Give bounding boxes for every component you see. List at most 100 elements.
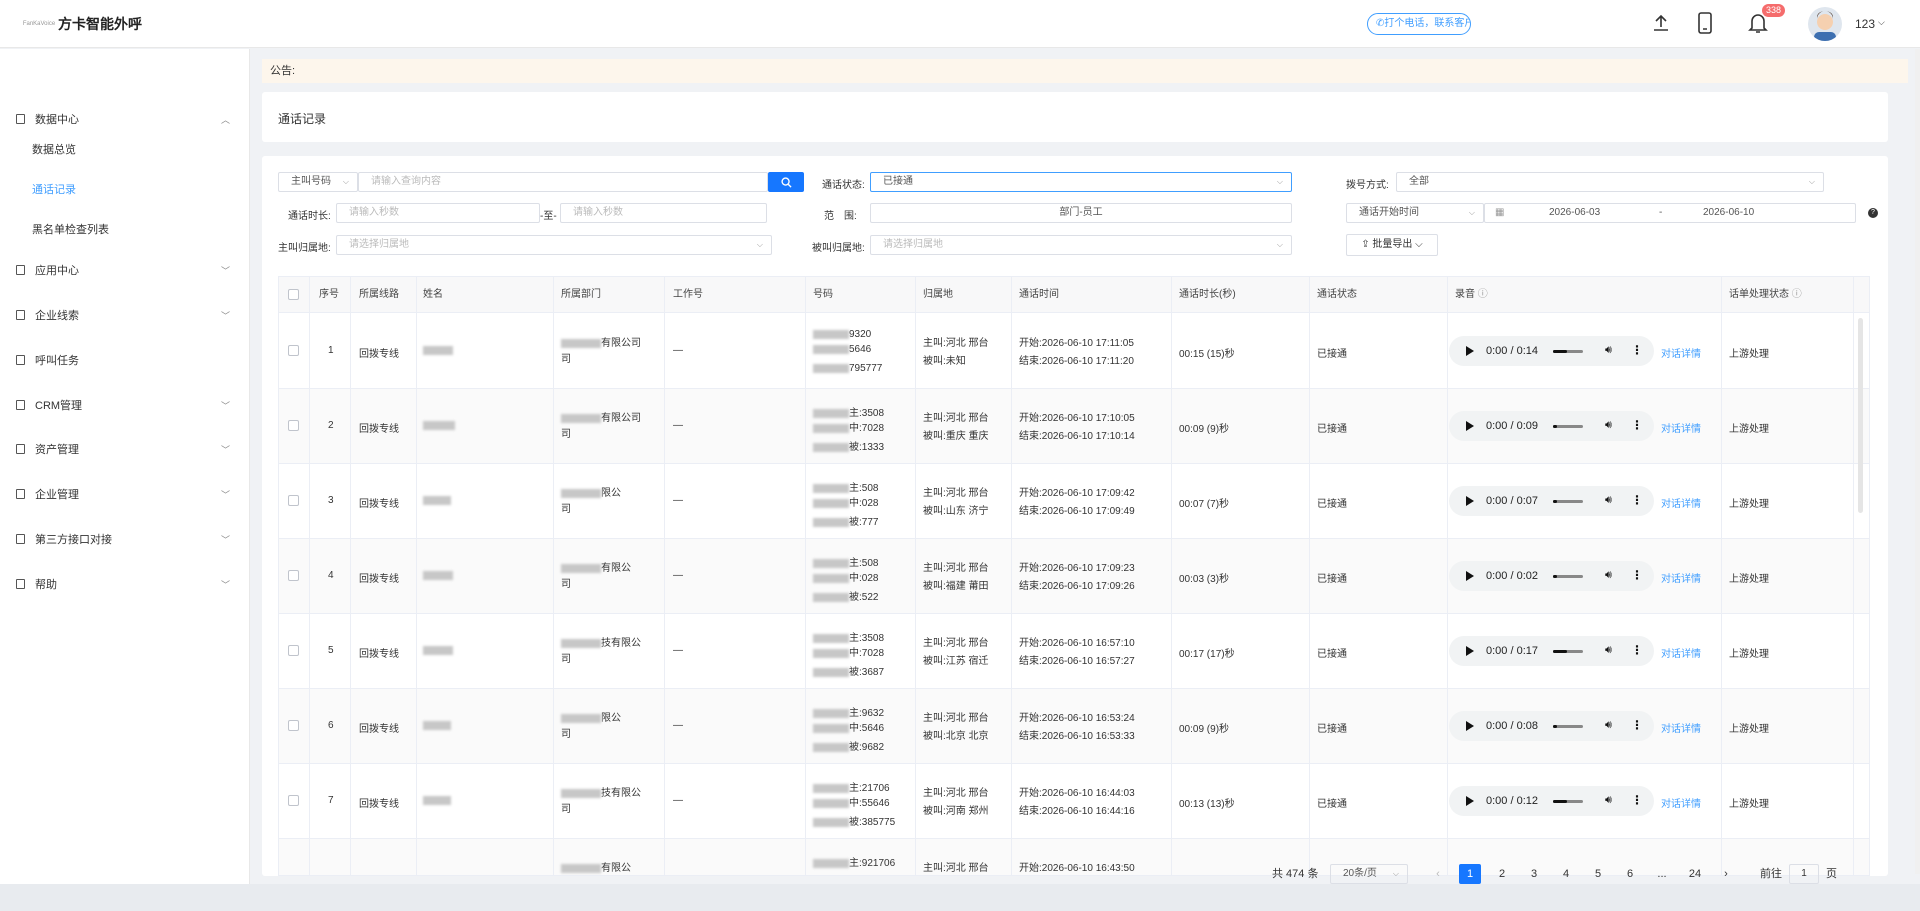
audio-player[interactable]: 0:00 / 0:17 🔊︎ ⋮ (1449, 636, 1654, 666)
volume-icon[interactable]: 🔊︎ (1605, 719, 1612, 732)
row-checkbox[interactable] (288, 720, 299, 731)
sidebar-item-assets[interactable]: 资产管理 ﹀ (0, 435, 250, 463)
goto-page-input[interactable]: 1 (1789, 864, 1819, 884)
volume-icon[interactable]: 🔊︎ (1605, 644, 1612, 657)
audio-player[interactable]: 0:00 / 0:02 🔊︎ ⋮ (1449, 561, 1654, 591)
page-button[interactable]: 4 (1556, 864, 1576, 884)
row-checkbox[interactable] (288, 795, 299, 806)
play-icon[interactable] (1466, 796, 1474, 806)
sidebar-item-enterprise[interactable]: 企业管理 ﹀ (0, 480, 250, 508)
play-icon[interactable] (1466, 646, 1474, 656)
sidebar-item-third-party[interactable]: 第三方接口对接 ﹀ (0, 525, 250, 553)
more-options-icon[interactable]: ⋮ (1631, 643, 1643, 657)
dialog-detail-link[interactable]: 对话详情 (1661, 345, 1701, 360)
volume-icon[interactable]: 🔊︎ (1605, 794, 1612, 807)
play-icon[interactable] (1466, 421, 1474, 431)
more-options-icon[interactable]: ⋮ (1631, 493, 1643, 507)
username[interactable]: 123 (1855, 17, 1875, 31)
page-button[interactable]: 3 (1524, 864, 1544, 884)
chevron-down-icon[interactable]: ⌵ (1878, 17, 1885, 28)
audio-progress[interactable] (1553, 500, 1583, 503)
avatar[interactable] (1808, 7, 1842, 41)
table-scrollbar[interactable] (1858, 318, 1863, 513)
help-icon[interactable]: ? (1868, 208, 1878, 218)
page-button[interactable]: 24 (1684, 864, 1706, 884)
help-icon[interactable]: ⓘ (1478, 289, 1488, 300)
row-checkbox[interactable] (288, 345, 299, 356)
time-type-select[interactable]: 通话开始时间 ⌵ (1346, 203, 1484, 223)
volume-icon[interactable]: 🔊︎ (1605, 344, 1612, 357)
page-ellipsis[interactable]: ... (1652, 864, 1672, 884)
next-page-button[interactable]: › (1718, 864, 1734, 884)
sidebar-item-leads[interactable]: 企业线索 ﹀ (0, 301, 250, 329)
play-icon[interactable] (1466, 571, 1474, 581)
dialog-detail-link[interactable]: 对话详情 (1661, 495, 1701, 510)
dialog-detail-link[interactable]: 对话详情 (1661, 420, 1701, 435)
sidebar-subitem-blacklist[interactable]: 黑名单检查列表 (32, 221, 109, 237)
audio-progress[interactable] (1553, 425, 1583, 428)
audio-progress[interactable] (1553, 800, 1583, 803)
sidebar-subitem-call-records[interactable]: 通话记录 (32, 181, 76, 197)
audio-progress[interactable] (1553, 350, 1583, 353)
batch-export-button[interactable]: ⇪ 批量导出 ⌵ (1346, 234, 1438, 256)
sidebar-item-help[interactable]: 帮助 ﹀ (0, 570, 250, 598)
duration-max-input[interactable]: 请输入秒数 (560, 203, 767, 223)
help-icon[interactable]: ⓘ (1792, 289, 1802, 300)
dialog-detail-link[interactable]: 对话详情 (1661, 720, 1701, 735)
row-checkbox[interactable] (288, 495, 299, 506)
audio-player[interactable]: 0:00 / 0:09 🔊︎ ⋮ (1449, 411, 1654, 441)
audio-player[interactable]: 0:00 / 0:08 🔊︎ ⋮ (1449, 711, 1654, 741)
volume-icon[interactable]: 🔊︎ (1605, 494, 1612, 507)
dialog-detail-link[interactable]: 对话详情 (1661, 645, 1701, 660)
scope-select[interactable]: 部门-员工 (870, 203, 1292, 223)
page-button[interactable]: 6 (1620, 864, 1640, 884)
search-button[interactable] (768, 172, 804, 192)
more-options-icon[interactable]: ⋮ (1631, 793, 1643, 807)
sidebar-item-crm[interactable]: CRM管理 ﹀ (0, 391, 250, 419)
notice-label: 公告: (270, 65, 296, 77)
caller-type-select[interactable]: 主叫号码 ⌵ (278, 172, 358, 192)
sidebar-item-call-tasks[interactable]: 呼叫任务 (0, 346, 250, 374)
dial-method-select[interactable]: 全部 ⌵ (1396, 172, 1824, 192)
page-button[interactable]: 5 (1588, 864, 1608, 884)
page-button[interactable]: 1 (1459, 864, 1481, 884)
row-checkbox[interactable] (288, 570, 299, 581)
sidebar-item-data-center[interactable]: 数据中心 ︿ (0, 105, 250, 133)
duration-min-input[interactable]: 请输入秒数 (336, 203, 540, 223)
audio-player[interactable]: 0:00 / 0:14 🔊︎ ⋮ (1449, 336, 1654, 366)
caller-region-select[interactable]: 请选择归属地 ⌵ (336, 235, 772, 255)
page-button[interactable]: 2 (1492, 864, 1512, 884)
audio-progress[interactable] (1553, 725, 1583, 728)
more-options-icon[interactable]: ⋮ (1631, 718, 1643, 732)
play-icon[interactable] (1466, 346, 1474, 356)
row-checkbox[interactable] (288, 645, 299, 656)
callee-region-select[interactable]: 请选择归属地 ⌵ (870, 235, 1292, 255)
call-promo-link[interactable]: ✆打个电话，联系客户 (1367, 13, 1471, 35)
phone-device-icon[interactable] (1692, 10, 1718, 36)
row-checkbox[interactable] (288, 420, 299, 431)
more-options-icon[interactable]: ⋮ (1631, 568, 1643, 582)
volume-icon[interactable]: 🔊︎ (1605, 569, 1612, 582)
prev-page-button[interactable]: ‹ (1430, 864, 1446, 884)
more-options-icon[interactable]: ⋮ (1631, 418, 1643, 432)
dialog-detail-link[interactable]: 对话详情 (1661, 570, 1701, 585)
sidebar-item-app-center[interactable]: 应用中心 ﹀ (0, 256, 250, 284)
audio-progress[interactable] (1553, 650, 1583, 653)
status-select[interactable]: 已接通 ⌵ (870, 172, 1292, 192)
page-scrollbar[interactable] (1915, 49, 1920, 874)
volume-icon[interactable]: 🔊︎ (1605, 419, 1612, 432)
sidebar-subitem-overview[interactable]: 数据总览 (32, 141, 76, 157)
audio-progress[interactable] (1553, 575, 1583, 578)
logo[interactable]: FanKaVoice 方卡智能外呼 (23, 14, 142, 34)
play-icon[interactable] (1466, 496, 1474, 506)
dialog-detail-link[interactable]: 对话详情 (1661, 795, 1701, 810)
upload-icon[interactable] (1648, 10, 1674, 36)
date-range-picker[interactable]: ▦ 2026-06-03 - 2026-06-10 (1484, 203, 1856, 223)
play-icon[interactable] (1466, 721, 1474, 731)
page-size-select[interactable]: 20条/页 ⌵ (1330, 864, 1408, 884)
search-input[interactable]: 请输入查询内容 (358, 172, 768, 192)
audio-player[interactable]: 0:00 / 0:12 🔊︎ ⋮ (1449, 786, 1654, 816)
more-options-icon[interactable]: ⋮ (1631, 343, 1643, 357)
audio-player[interactable]: 0:00 / 0:07 🔊︎ ⋮ (1449, 486, 1654, 516)
select-all-checkbox[interactable] (288, 289, 299, 300)
